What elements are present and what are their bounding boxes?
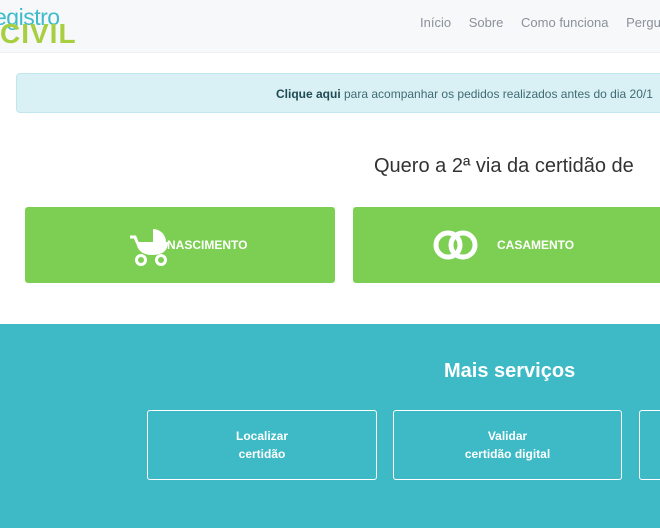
old-orders-notice: Clique aqui para acompanhar os pedidos r… xyxy=(16,73,660,113)
validar-line2: certidão digital xyxy=(464,447,551,461)
main-nav: Início Sobre Como funciona Perguntas xyxy=(420,15,660,30)
notice-link[interactable]: Clique aqui xyxy=(276,87,341,101)
notice-text: para acompanhar os pedidos realizados an… xyxy=(340,87,653,101)
baby-carriage-icon xyxy=(128,225,172,272)
validar-line1: Validar xyxy=(487,429,528,443)
nav-sobre[interactable]: Sobre xyxy=(469,15,504,30)
next-service-button[interactable] xyxy=(639,410,660,480)
casamento-card[interactable]: CASAMENTO xyxy=(353,207,660,283)
localizar-certidao-button[interactable]: Localizar certidão xyxy=(147,410,377,480)
nav-perguntas[interactable]: Perguntas xyxy=(626,15,660,30)
services-title: Mais serviços xyxy=(444,360,576,382)
site-header: egistro CIVIL Início Sobre Como funciona… xyxy=(0,0,660,53)
logo-bottom-text: CIVIL xyxy=(0,18,77,49)
page-heading: Quero a 2ª via da certidão de xyxy=(374,155,634,177)
nav-inicio[interactable]: Início xyxy=(420,15,451,30)
nascimento-label: NASCIMENTO xyxy=(167,238,248,252)
nascimento-card[interactable]: NASCIMENTO xyxy=(25,207,335,283)
validar-certidao-button[interactable]: Validar certidão digital xyxy=(393,410,622,480)
wedding-rings-icon xyxy=(432,228,480,267)
services-section: Mais serviços Localizar certidão Validar… xyxy=(0,324,660,528)
casamento-label: CASAMENTO xyxy=(497,238,575,252)
localizar-line2: certidão xyxy=(238,447,286,461)
localizar-line1: Localizar xyxy=(235,429,289,443)
nav-como-funciona[interactable]: Como funciona xyxy=(521,15,608,30)
